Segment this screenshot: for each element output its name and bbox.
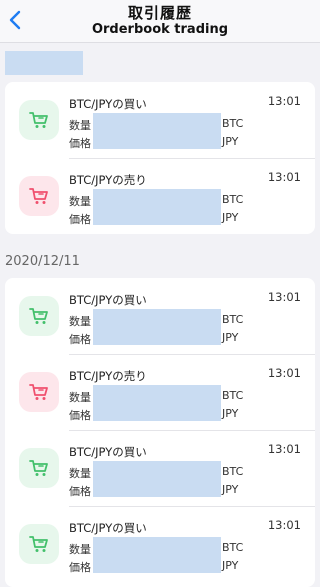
cart-icon <box>29 460 48 476</box>
price-label: 価格 <box>69 561 91 574</box>
section-header: 2020/12/11 <box>5 253 80 277</box>
redacted-values <box>93 189 221 225</box>
trade-time: 13:01 <box>267 94 301 108</box>
quantity-unit: BTC <box>222 313 244 326</box>
redacted-values <box>93 309 221 345</box>
trade-time: 13:01 <box>267 518 301 532</box>
cart-icon <box>29 112 48 128</box>
trade-title: BTC/JPYの買い <box>69 445 147 459</box>
price-label: 価格 <box>69 409 91 422</box>
quantity-label: 数量 <box>69 315 91 328</box>
cart-icon <box>29 536 48 552</box>
buy-cart-icon-box <box>19 100 59 140</box>
price-unit: JPY <box>222 331 239 344</box>
trade-time: 13:01 <box>267 442 301 456</box>
trade-title: BTC/JPYの売り <box>69 369 147 383</box>
buy-cart-icon-box <box>19 448 59 488</box>
trade-row[interactable]: BTC/JPYの売り 13:01 数量 価格 BTC JPY <box>5 158 315 234</box>
quantity-unit: BTC <box>222 541 244 554</box>
sell-cart-icon-box <box>19 372 59 412</box>
redacted-values <box>93 385 221 421</box>
trade-title: BTC/JPYの買い <box>69 293 147 307</box>
quantity-label: 数量 <box>69 391 91 404</box>
redacted-values <box>93 113 221 149</box>
sell-cart-icon-box <box>19 176 59 216</box>
redacted-values <box>93 537 221 573</box>
quantity-unit: BTC <box>222 465 244 478</box>
trade-row[interactable]: BTC/JPYの買い 13:01 数量 価格 BTC JPY <box>5 506 315 582</box>
section-header-redacted <box>5 51 83 75</box>
trade-title: BTC/JPYの売り <box>69 173 147 187</box>
trade-title: BTC/JPYの買い <box>69 97 147 111</box>
price-unit: JPY <box>222 407 239 420</box>
quantity-label: 数量 <box>69 543 91 556</box>
page-title: 取引履歴 <box>127 4 192 22</box>
trade-history-screen: 取引履歴 Orderbook trading BTC/JPYの買い 13:01 … <box>0 0 320 587</box>
price-unit: JPY <box>222 211 239 224</box>
quantity-unit: BTC <box>222 389 244 402</box>
price-label: 価格 <box>69 333 91 346</box>
redacted-values <box>93 461 221 497</box>
trade-title: BTC/JPYの買い <box>69 521 147 535</box>
nav-header: 取引履歴 Orderbook trading <box>0 0 320 43</box>
cart-icon <box>29 308 48 324</box>
section-date: 2020/12/11 <box>5 254 80 269</box>
trade-time: 13:01 <box>267 170 301 184</box>
cart-icon <box>29 384 48 400</box>
trade-row[interactable]: BTC/JPYの買い 13:01 数量 価格 BTC JPY <box>5 278 315 354</box>
quantity-unit: BTC <box>222 193 244 206</box>
buy-cart-icon-box <box>19 296 59 336</box>
trade-row[interactable]: BTC/JPYの売り 13:01 数量 価格 BTC JPY <box>5 354 315 430</box>
buy-cart-icon-box <box>19 524 59 564</box>
quantity-label: 数量 <box>69 119 91 132</box>
price-unit: JPY <box>222 483 239 496</box>
trade-card: BTC/JPYの買い 13:01 数量 価格 BTC JPY BTC/JPYの売… <box>5 278 315 587</box>
trade-time: 13:01 <box>267 290 301 304</box>
price-label: 価格 <box>69 213 91 226</box>
trade-time: 13:01 <box>267 366 301 380</box>
price-unit: JPY <box>222 559 239 572</box>
trade-card: BTC/JPYの買い 13:01 数量 価格 BTC JPY BTC/JPYの売… <box>5 82 315 234</box>
trade-row[interactable]: BTC/JPYの買い 13:01 数量 価格 BTC JPY <box>5 430 315 506</box>
price-label: 価格 <box>69 485 91 498</box>
trade-row[interactable]: BTC/JPYの買い 13:01 数量 価格 BTC JPY <box>5 82 315 158</box>
price-label: 価格 <box>69 137 91 150</box>
quantity-label: 数量 <box>69 195 91 208</box>
quantity-unit: BTC <box>222 117 244 130</box>
page-subtitle: Orderbook trading <box>91 22 229 37</box>
price-unit: JPY <box>222 135 239 148</box>
redacted-date-block <box>5 51 83 75</box>
cart-icon <box>29 188 48 204</box>
quantity-label: 数量 <box>69 467 91 480</box>
